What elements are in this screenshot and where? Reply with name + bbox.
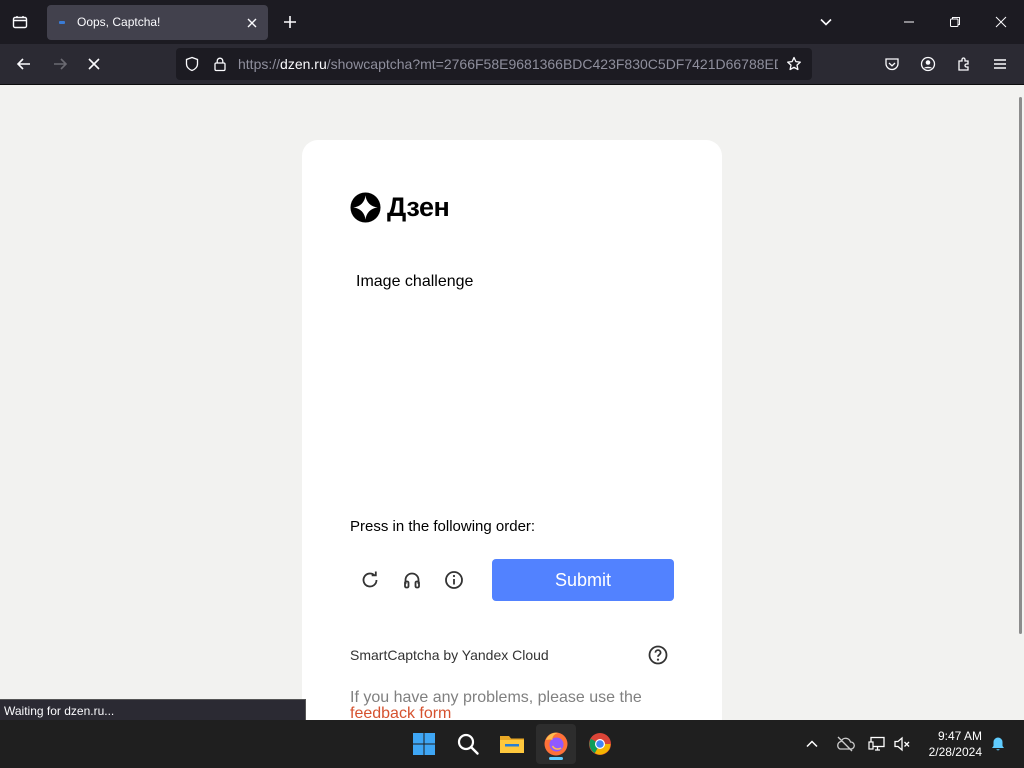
problem-text: If you have any problems, please use the <box>350 689 642 706</box>
new-tab-button[interactable] <box>276 8 304 36</box>
challenge-image[interactable] <box>350 305 674 455</box>
account-button[interactable] <box>914 50 942 78</box>
app-menu-button[interactable] <box>986 50 1014 78</box>
info-button[interactable] <box>442 568 466 592</box>
back-button[interactable] <box>8 48 40 80</box>
chevron-up-icon <box>806 740 818 748</box>
refresh-icon <box>362 571 378 588</box>
plus-icon <box>284 16 296 28</box>
firefox-view-icon <box>12 16 28 29</box>
taskbar-search-button[interactable] <box>448 724 488 764</box>
page-scrollbar[interactable] <box>1019 97 1022 634</box>
taskbar-file-explorer[interactable] <box>492 724 532 764</box>
windows-logo-icon <box>413 733 435 755</box>
taskbar-clock[interactable]: 9:47 AM 2/28/2024 <box>918 728 982 760</box>
audio-challenge-button[interactable] <box>400 568 424 592</box>
bell-icon <box>992 737 1004 751</box>
challenge-instruction: Press in the following order: <box>350 518 536 535</box>
window-close-button[interactable] <box>978 0 1024 44</box>
cloud-offline-icon <box>837 736 855 752</box>
forward-button[interactable] <box>44 48 76 80</box>
close-icon <box>995 16 1007 28</box>
taskbar-chrome[interactable] <box>580 724 620 764</box>
url-text[interactable]: https://dzen.ru/showcaptcha?mt=2766F58E9… <box>238 56 778 72</box>
speaker-muted-icon <box>894 736 910 752</box>
tab-active[interactable]: Oops, Captcha! <box>47 5 268 40</box>
arrow-left-icon <box>16 58 30 70</box>
close-icon <box>247 18 257 28</box>
submit-button[interactable]: Submit <box>492 559 674 601</box>
restore-icon <box>950 17 960 27</box>
start-button[interactable] <box>404 724 444 764</box>
firefox-icon <box>544 732 568 756</box>
captcha-toolbar <box>358 568 466 592</box>
minimize-icon <box>904 21 914 23</box>
folder-icon <box>500 736 524 753</box>
status-panel: Waiting for dzen.ru... <box>0 699 306 721</box>
url-path: /showcaptcha?mt=2766F58E9681366BDC423F83… <box>326 56 778 72</box>
chevron-down-icon <box>820 18 832 26</box>
page-viewport: Дзен Image challenge Press in the follow… <box>0 85 1024 720</box>
problem-notice: If you have any problems, please use the… <box>350 689 650 721</box>
network-icon <box>868 736 885 751</box>
window-restore-button[interactable] <box>932 0 978 44</box>
clock-time: 9:47 AM <box>937 729 982 743</box>
window-minimize-button[interactable] <box>886 0 932 44</box>
pocket-icon <box>885 58 899 71</box>
chrome-icon <box>589 733 611 755</box>
captcha-card: Дзен Image challenge Press in the follow… <box>302 140 722 720</box>
tab-favicon-icon <box>59 21 65 24</box>
tab-strip: Oops, Captcha! <box>0 0 1024 44</box>
account-icon <box>920 56 936 72</box>
info-icon <box>445 571 463 589</box>
clock-date: 2/28/2024 <box>928 745 982 759</box>
url-bar[interactable]: https://dzen.ru/showcaptcha?mt=2766F58E9… <box>176 48 812 80</box>
extensions-button[interactable] <box>950 50 978 78</box>
dzen-logo: Дзен <box>350 191 450 223</box>
tab-close-button[interactable] <box>242 13 262 33</box>
question-icon <box>648 645 668 665</box>
smartcaptcha-brand: SmartCaptcha by Yandex Cloud <box>350 647 549 663</box>
feedback-form-link[interactable]: feedback form <box>350 705 451 721</box>
dzen-logo-icon <box>350 191 381 223</box>
headphones-icon <box>404 572 420 589</box>
star-icon <box>787 56 801 71</box>
puzzle-icon <box>958 57 969 71</box>
hamburger-menu-icon <box>994 59 1006 69</box>
arrow-right-icon <box>54 58 68 70</box>
url-host: dzen.ru <box>280 56 327 72</box>
bookmark-star-button[interactable] <box>784 54 804 74</box>
firefox-view-button[interactable] <box>2 4 38 40</box>
refresh-button[interactable] <box>358 568 382 592</box>
lock-icon[interactable] <box>210 54 230 74</box>
navigation-toolbar: https://dzen.ru/showcaptcha?mt=2766F58E9… <box>0 44 1024 85</box>
help-button[interactable] <box>646 643 670 667</box>
volume-tray-icon[interactable] <box>890 732 914 756</box>
windows-taskbar: 9:47 AM 2/28/2024 <box>0 720 1024 768</box>
logo-text: Дзен <box>387 191 450 222</box>
stop-icon <box>88 58 100 70</box>
list-all-tabs-button[interactable] <box>812 8 840 36</box>
active-app-indicator <box>549 757 563 760</box>
network-tray-icon[interactable] <box>865 732 889 756</box>
stop-loading-button[interactable] <box>78 48 110 80</box>
search-icon <box>457 733 479 755</box>
tab-title: Oops, Captcha! <box>77 15 161 29</box>
url-prefix: https:// <box>238 56 281 72</box>
tracking-protection-shield-icon[interactable] <box>182 54 202 74</box>
onedrive-tray-icon[interactable] <box>833 732 857 756</box>
challenge-title: Image challenge <box>356 273 474 290</box>
tray-overflow-button[interactable] <box>800 732 824 756</box>
pocket-button[interactable] <box>878 50 906 78</box>
notifications-button[interactable] <box>986 732 1010 756</box>
